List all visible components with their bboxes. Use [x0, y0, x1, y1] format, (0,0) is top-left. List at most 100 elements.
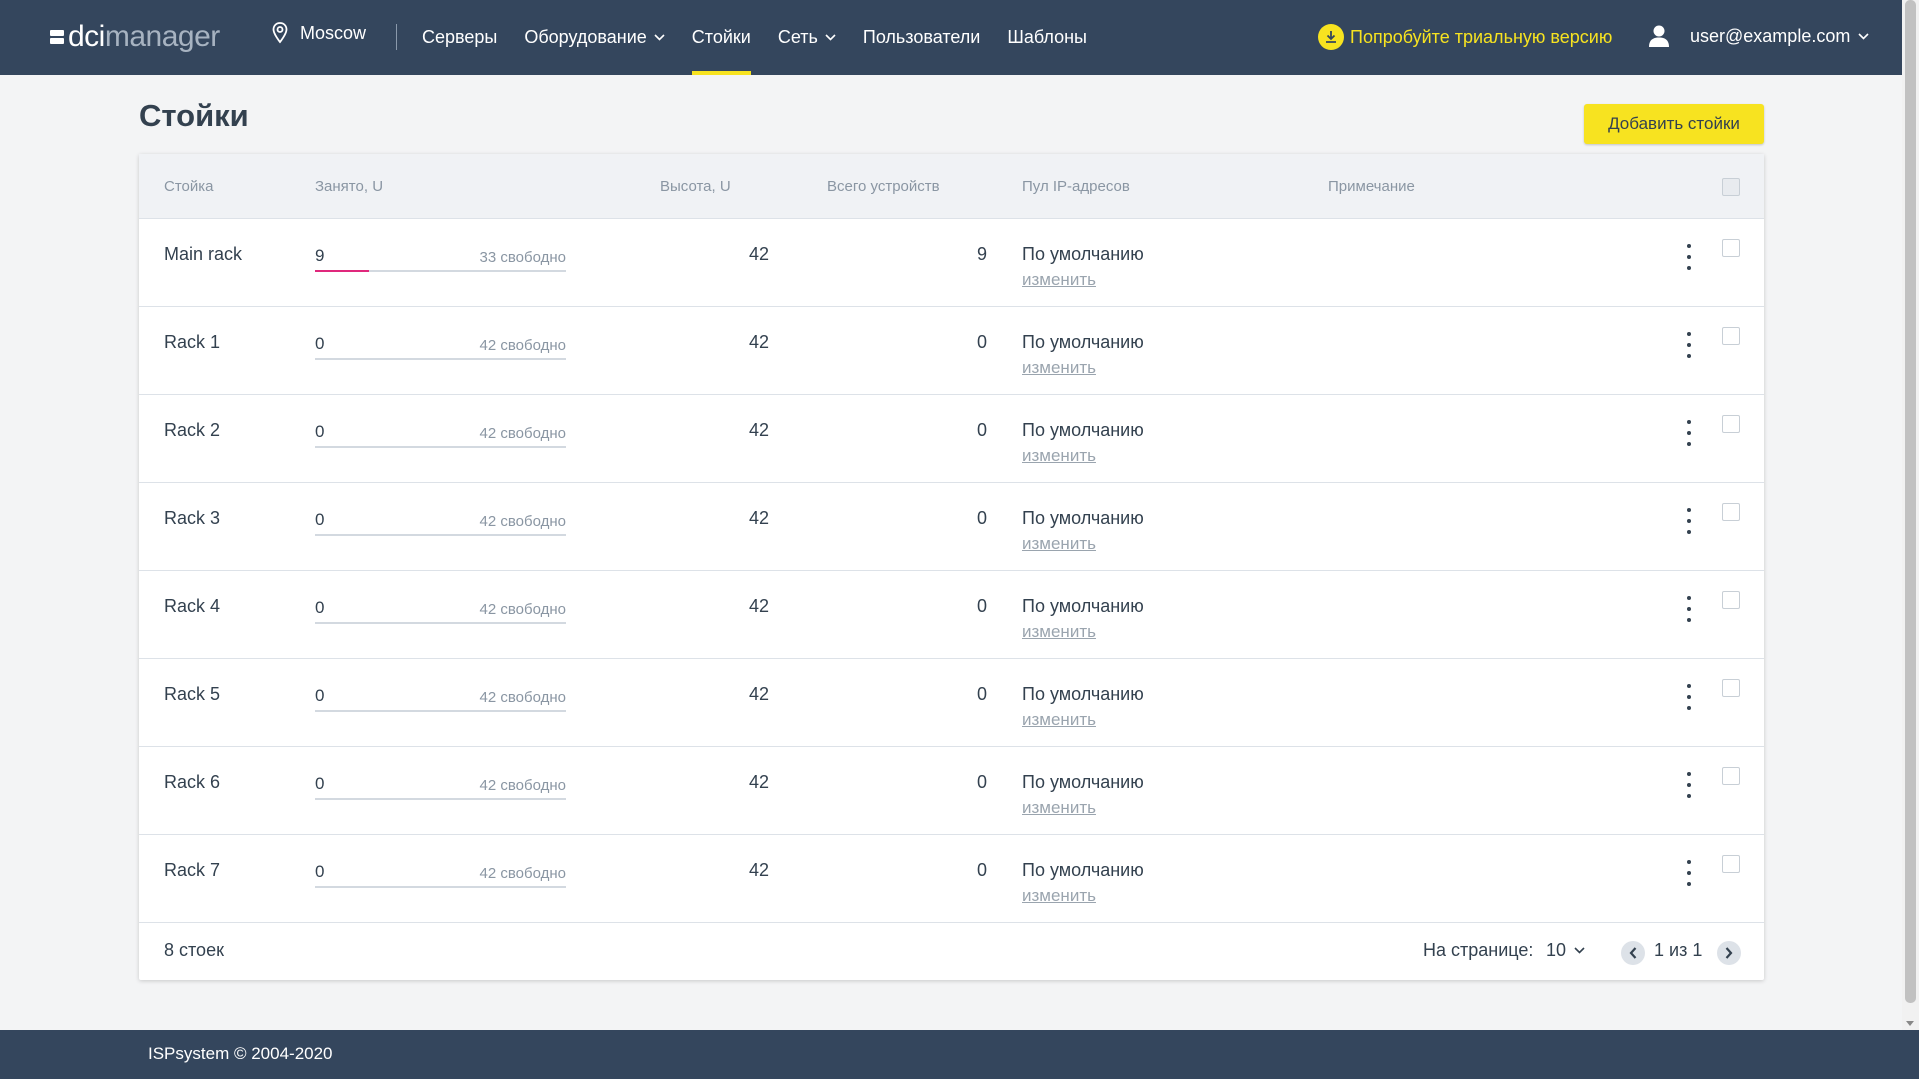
table-row[interactable]: Rack 3 0 42 свободно 42 0 По умолчанию изменит…: [139, 482, 1764, 571]
table-row[interactable]: Rack 7 0 42 свободно 42 0 По умолчанию изменит…: [139, 834, 1764, 923]
user-menu[interactable]: user@example.com: [1648, 24, 1869, 48]
occupancy-track: [315, 534, 566, 536]
row-checkbox[interactable]: [1722, 679, 1740, 697]
per-page-select[interactable]: 10: [1546, 940, 1585, 961]
table-footer: 8 стоек На странице: 10 1 из 1: [139, 916, 1764, 980]
change-pool-link[interactable]: изменить: [1022, 534, 1096, 554]
racks-table: Стойка Занято, U Высота, U Всего устройс…: [139, 154, 1764, 980]
location-selector[interactable]: Moscow: [272, 22, 366, 44]
nav-item-racks[interactable]: Стойки: [691, 0, 751, 75]
nav-item-templates[interactable]: Шаблоны: [1007, 0, 1087, 75]
trial-link[interactable]: Попробуйте триальную версию: [1318, 24, 1612, 50]
column-header-rack[interactable]: Стойка: [164, 178, 214, 195]
column-header-ip-pool[interactable]: Пул IP-адресов: [1022, 178, 1130, 195]
rack-name[interactable]: Rack 1: [164, 332, 220, 353]
trial-label: Попробуйте триальную версию: [1350, 26, 1613, 47]
rack-name[interactable]: Rack 5: [164, 684, 220, 705]
ip-pool: По умолчанию: [1022, 772, 1144, 792]
logo[interactable]: dci manager: [50, 20, 220, 53]
next-page-button[interactable]: [1717, 941, 1741, 965]
chevron-left-icon: [1629, 947, 1637, 959]
change-pool-link[interactable]: изменить: [1022, 358, 1096, 378]
row-actions-kebab-icon[interactable]: [1679, 420, 1699, 446]
row-actions-kebab-icon[interactable]: [1679, 860, 1699, 886]
change-pool-link[interactable]: изменить: [1022, 622, 1096, 642]
row-actions-kebab-icon[interactable]: [1679, 772, 1699, 798]
chevron-down-icon: [825, 34, 836, 41]
table-row[interactable]: Rack 1 0 42 свободно 42 0 По умолчанию изменит…: [139, 306, 1764, 395]
nav-item-label: Шаблоны: [1007, 27, 1087, 47]
logo-manager-text: manager: [104, 20, 220, 53]
occupied-units: 0: [315, 334, 325, 353]
scroll-down-arrow-icon[interactable]: [1906, 1021, 1914, 1026]
column-header-note[interactable]: Примечание: [1328, 178, 1415, 195]
row-checkbox[interactable]: [1722, 591, 1740, 609]
row-checkbox[interactable]: [1722, 503, 1740, 521]
device-count: 0: [976, 508, 987, 528]
row-actions-kebab-icon[interactable]: [1679, 508, 1699, 534]
prev-page-button[interactable]: [1621, 941, 1645, 965]
occupancy-meter: 0 42 свободно: [315, 686, 566, 712]
change-pool-link[interactable]: изменить: [1022, 270, 1096, 290]
occupied-units: 0: [315, 422, 325, 441]
nav-item-network[interactable]: Сеть: [778, 0, 836, 75]
row-checkbox[interactable]: [1722, 327, 1740, 345]
column-header-height[interactable]: Высота, U: [660, 178, 731, 195]
occupied-units: 9: [315, 246, 325, 265]
change-pool-link[interactable]: изменить: [1022, 710, 1096, 730]
add-racks-button[interactable]: Добавить стойки: [1584, 104, 1764, 144]
table-row[interactable]: Rack 5 0 42 свободно 42 0 По умолчанию изменит…: [139, 658, 1764, 747]
row-actions-kebab-icon[interactable]: [1679, 596, 1699, 622]
device-count: 0: [976, 596, 987, 616]
rack-name[interactable]: Rack 3: [164, 508, 220, 529]
copyright: ISPsystem © 2004-2020: [148, 1044, 333, 1063]
nav-item-servers[interactable]: Серверы: [422, 0, 497, 75]
table-row[interactable]: Main rack 9 33 свободно 42 9 По умолчанию изме…: [139, 218, 1764, 307]
occupancy-meter: 0 42 свободно: [315, 774, 566, 800]
change-pool-link[interactable]: изменить: [1022, 446, 1096, 466]
scrollbar-thumb[interactable]: [1905, 0, 1916, 1003]
select-all-checkbox[interactable]: [1722, 178, 1740, 196]
rack-name[interactable]: Main rack: [164, 244, 242, 265]
occupancy-meter: 0 42 свободно: [315, 422, 566, 448]
ip-pool: По умолчанию: [1022, 684, 1144, 704]
rack-height: 42: [748, 420, 769, 440]
chevron-down-icon: [654, 34, 665, 41]
occupancy-track: [315, 798, 566, 800]
table-row[interactable]: Rack 6 0 42 свободно 42 0 По умолчанию изменит…: [139, 746, 1764, 835]
pagination-info: 1 из 1: [1654, 940, 1703, 960]
rack-name[interactable]: Rack 4: [164, 596, 220, 617]
device-count: 0: [976, 772, 987, 792]
nav-item-label: Оборудование: [524, 27, 647, 47]
row-actions-kebab-icon[interactable]: [1679, 684, 1699, 710]
change-pool-link[interactable]: изменить: [1022, 886, 1096, 906]
row-checkbox[interactable]: [1722, 855, 1740, 873]
page-footer: ISPsystem © 2004-2020: [0, 1030, 1919, 1079]
occupancy-track: [315, 710, 566, 712]
nav-item-users[interactable]: Пользователи: [863, 0, 980, 75]
nav-item-equipment[interactable]: Оборудование: [524, 0, 665, 75]
occupied-units: 0: [315, 686, 325, 705]
table-row[interactable]: Rack 4 0 42 свободно 42 0 По умолчанию изменит…: [139, 570, 1764, 659]
page-title: Стойки: [139, 98, 249, 133]
row-checkbox[interactable]: [1722, 415, 1740, 433]
row-actions-kebab-icon[interactable]: [1679, 244, 1699, 270]
row-actions-kebab-icon[interactable]: [1679, 332, 1699, 358]
row-checkbox[interactable]: [1722, 767, 1740, 785]
user-email: user@example.com: [1690, 25, 1851, 46]
chevron-down-icon: [1858, 32, 1869, 40]
rack-name[interactable]: Rack 6: [164, 772, 220, 793]
rack-name[interactable]: Rack 2: [164, 420, 220, 441]
ip-pool: По умолчанию: [1022, 860, 1144, 880]
chevron-right-icon: [1725, 947, 1733, 959]
table-row[interactable]: Rack 2 0 42 свободно 42 0 По умолчанию изменит…: [139, 394, 1764, 483]
occupied-units: 0: [315, 862, 325, 881]
row-checkbox[interactable]: [1722, 239, 1740, 257]
column-header-occupied[interactable]: Занято, U: [315, 178, 383, 195]
free-units: 42 свободно: [479, 337, 566, 354]
rack-name[interactable]: Rack 7: [164, 860, 220, 881]
free-units: 42 свободно: [479, 777, 566, 794]
page-scrollbar[interactable]: [1902, 0, 1919, 1030]
change-pool-link[interactable]: изменить: [1022, 798, 1096, 818]
column-header-devices[interactable]: Всего устройств: [827, 178, 940, 195]
